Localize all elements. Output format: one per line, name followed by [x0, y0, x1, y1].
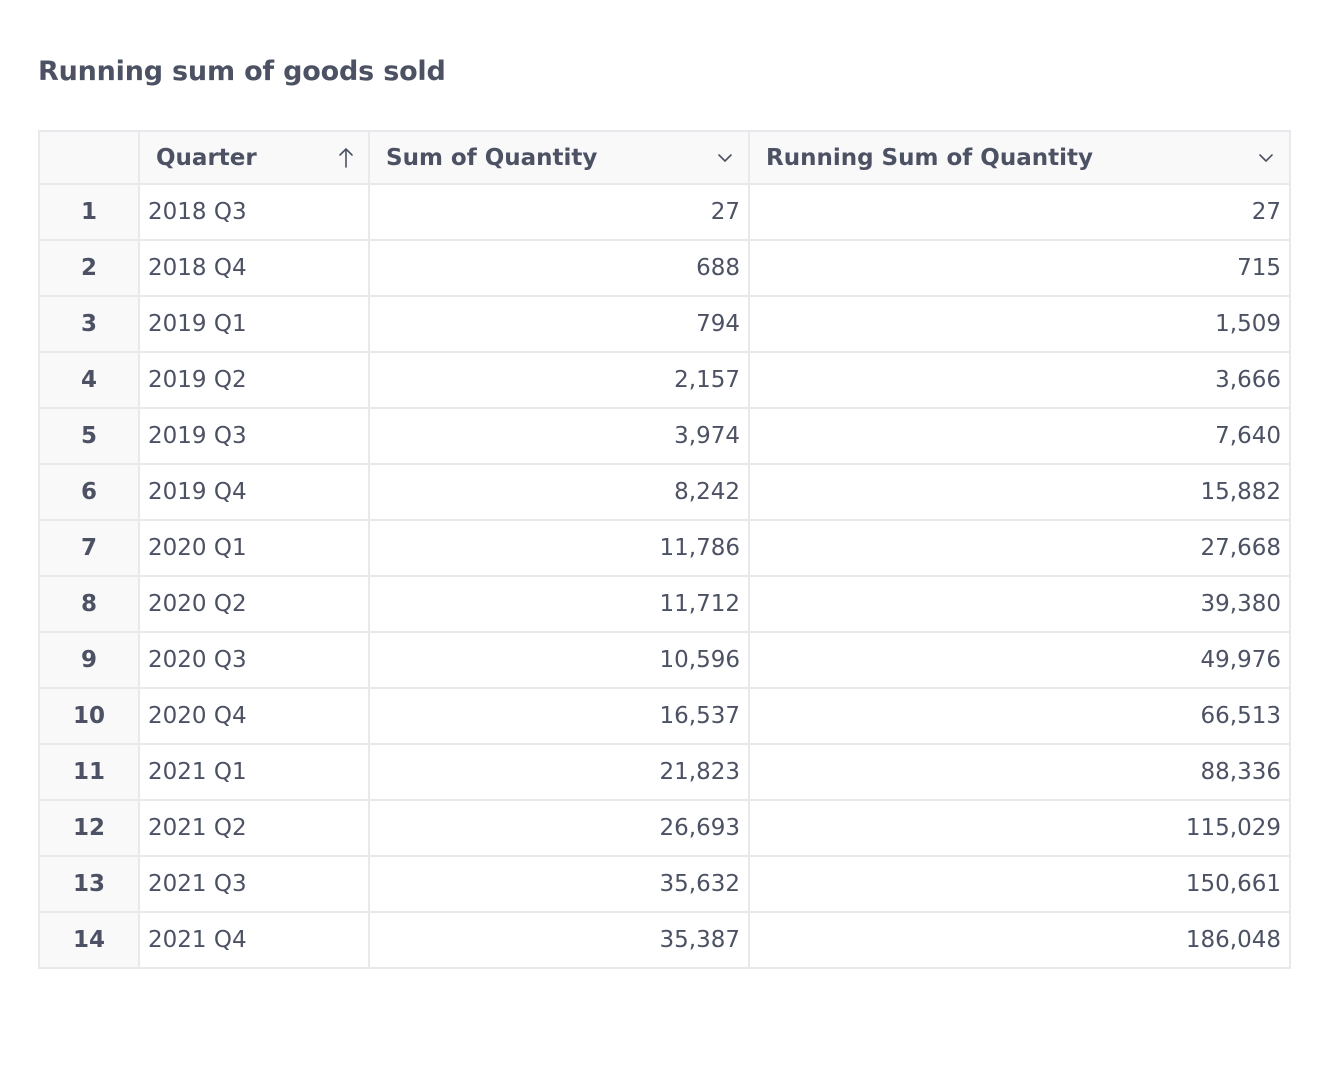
row-index-cell: 5: [38, 407, 140, 465]
sum-of-quantity-cell: 11,786: [368, 519, 750, 577]
sum-of-quantity-cell: 3,974: [368, 407, 750, 465]
sort-ascending-icon[interactable]: [338, 147, 354, 169]
quarter-cell: 2018 Q4: [138, 239, 370, 297]
row-index-cell: 3: [38, 295, 140, 353]
sum-of-quantity-cell: 688: [368, 239, 750, 297]
quarter-cell: 2020 Q3: [138, 631, 370, 689]
row-index-cell: 9: [38, 631, 140, 689]
row-index-cell: 4: [38, 351, 140, 409]
row-index-cell: 2: [38, 239, 140, 297]
sum-of-quantity-cell: 26,693: [368, 799, 750, 857]
quarter-cell: 2020 Q2: [138, 575, 370, 633]
quarter-cell: 2019 Q1: [138, 295, 370, 353]
running-sum-cell: 15,882: [748, 463, 1291, 521]
table-row: 11 2021 Q1 21,823 88,336: [38, 743, 1291, 801]
table-header-row: Quarter Sum of Quantity Running Sum of Q…: [38, 130, 1291, 185]
row-index-cell: 6: [38, 463, 140, 521]
table-row: 7 2020 Q1 11,786 27,668: [38, 519, 1291, 577]
sum-of-quantity-cell: 10,596: [368, 631, 750, 689]
sum-of-quantity-cell: 8,242: [368, 463, 750, 521]
quarter-cell: 2021 Q1: [138, 743, 370, 801]
quarter-cell: 2018 Q3: [138, 183, 370, 241]
table-row: 5 2019 Q3 3,974 7,640: [38, 407, 1291, 465]
column-header-running-sum-of-quantity[interactable]: Running Sum of Quantity: [748, 130, 1291, 185]
table-row: 12 2021 Q2 26,693 115,029: [38, 799, 1291, 857]
quarter-cell: 2019 Q3: [138, 407, 370, 465]
running-sum-cell: 150,661: [748, 855, 1291, 913]
running-sum-cell: 115,029: [748, 799, 1291, 857]
row-index-cell: 12: [38, 799, 140, 857]
table-row: 2 2018 Q4 688 715: [38, 239, 1291, 297]
running-sum-cell: 186,048: [748, 911, 1291, 969]
quarter-cell: 2020 Q1: [138, 519, 370, 577]
sum-of-quantity-cell: 35,387: [368, 911, 750, 969]
row-index-cell: 8: [38, 575, 140, 633]
chevron-down-icon[interactable]: [716, 152, 734, 164]
table-row: 8 2020 Q2 11,712 39,380: [38, 575, 1291, 633]
column-header-label: Sum of Quantity: [386, 144, 598, 171]
table-row: 6 2019 Q4 8,242 15,882: [38, 463, 1291, 521]
running-sum-cell: 715: [748, 239, 1291, 297]
sum-of-quantity-cell: 27: [368, 183, 750, 241]
running-sum-cell: 3,666: [748, 351, 1291, 409]
table-row: 1 2018 Q3 27 27: [38, 183, 1291, 241]
table-row: 14 2021 Q4 35,387 186,048: [38, 911, 1291, 969]
sum-of-quantity-cell: 11,712: [368, 575, 750, 633]
sum-of-quantity-cell: 35,632: [368, 855, 750, 913]
page-title: Running sum of goods sold: [38, 56, 446, 87]
row-index-cell: 1: [38, 183, 140, 241]
column-header-label: Quarter: [156, 144, 257, 171]
table-row: 9 2020 Q3 10,596 49,976: [38, 631, 1291, 689]
table-body: 1 2018 Q3 27 27 2 2018 Q4 688 715 3 2019 Q1 794 1,5…: [38, 183, 1291, 969]
sum-of-quantity-cell: 21,823: [368, 743, 750, 801]
column-header-sum-of-quantity[interactable]: Sum of Quantity: [368, 130, 750, 185]
index-column-header: [38, 130, 140, 185]
data-table: Quarter Sum of Quantity Running Sum of Q…: [38, 130, 1291, 969]
running-sum-cell: 27,668: [748, 519, 1291, 577]
column-header-label: Running Sum of Quantity: [766, 144, 1093, 171]
row-index-cell: 14: [38, 911, 140, 969]
quarter-cell: 2021 Q3: [138, 855, 370, 913]
chevron-down-icon[interactable]: [1257, 152, 1275, 164]
running-sum-cell: 88,336: [748, 743, 1291, 801]
table-row: 4 2019 Q2 2,157 3,666: [38, 351, 1291, 409]
quarter-cell: 2021 Q2: [138, 799, 370, 857]
running-sum-cell: 7,640: [748, 407, 1291, 465]
table-row: 3 2019 Q1 794 1,509: [38, 295, 1291, 353]
quarter-cell: 2021 Q4: [138, 911, 370, 969]
row-index-cell: 11: [38, 743, 140, 801]
running-sum-cell: 49,976: [748, 631, 1291, 689]
sum-of-quantity-cell: 16,537: [368, 687, 750, 745]
row-index-cell: 13: [38, 855, 140, 913]
column-header-quarter[interactable]: Quarter: [138, 130, 370, 185]
running-sum-cell: 66,513: [748, 687, 1291, 745]
quarter-cell: 2019 Q4: [138, 463, 370, 521]
row-index-cell: 10: [38, 687, 140, 745]
quarter-cell: 2019 Q2: [138, 351, 370, 409]
row-index-cell: 7: [38, 519, 140, 577]
table-row: 10 2020 Q4 16,537 66,513: [38, 687, 1291, 745]
sum-of-quantity-cell: 794: [368, 295, 750, 353]
running-sum-cell: 39,380: [748, 575, 1291, 633]
sum-of-quantity-cell: 2,157: [368, 351, 750, 409]
running-sum-cell: 27: [748, 183, 1291, 241]
quarter-cell: 2020 Q4: [138, 687, 370, 745]
running-sum-cell: 1,509: [748, 295, 1291, 353]
table-row: 13 2021 Q3 35,632 150,661: [38, 855, 1291, 913]
